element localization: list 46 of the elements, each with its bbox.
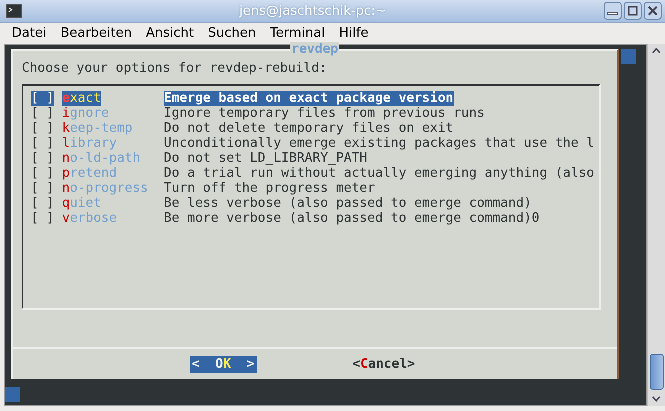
option-description: Do a trial run without actually emerging anything (also — [164, 166, 594, 181]
option-description: Ignore temporary files from previous runs — [164, 106, 485, 121]
option-description: Do not set LD_LIBRARY_PATH — [164, 151, 368, 166]
ok-button[interactable]: < OK > — [190, 356, 257, 372]
checkbox[interactable]: [ ] — [31, 166, 54, 181]
option-name[interactable]: pretend — [62, 166, 118, 181]
option-name[interactable]: keep-temp — [62, 121, 133, 136]
checkbox[interactable]: [ ] — [31, 136, 54, 151]
menu-item[interactable]: Suchen — [201, 26, 264, 41]
option-name[interactable]: library — [62, 136, 118, 151]
checkbox[interactable]: [ ] — [31, 121, 54, 136]
option-name[interactable]: quiet — [62, 196, 102, 211]
option-description: Turn off the progress meter — [164, 181, 376, 196]
window-title: jens@jaschtschik-pc:~ — [238, 4, 388, 18]
option-name[interactable]: exact — [62, 91, 102, 106]
terminal-icon — [6, 4, 22, 18]
prompt-text: Choose your options for revdep-rebuild: — [22, 61, 328, 76]
checkbox[interactable]: [ ] — [31, 181, 54, 196]
option-description: Be less verbose (also passed to emerge command) — [164, 196, 532, 211]
cursor-block — [5, 387, 20, 402]
option-description: Do not delete temporary files on exit — [164, 121, 454, 136]
checkbox[interactable]: [ ] — [31, 151, 54, 166]
menu-item[interactable]: Datei — [5, 26, 54, 41]
minimize-icon[interactable] — [604, 2, 622, 20]
option-name[interactable]: no-progress — [62, 181, 148, 196]
dialog-title: revdep — [290, 42, 340, 57]
option-description: Be more verbose (also passed to emerge command)0 — [164, 211, 540, 226]
maximize-icon[interactable] — [624, 2, 642, 20]
scroll-thumb[interactable] — [650, 354, 664, 390]
checkbox[interactable]: [ ] — [31, 196, 54, 211]
menu-item[interactable]: Hilfe — [332, 26, 376, 41]
option-name[interactable]: ignore — [62, 106, 110, 121]
scrollbar[interactable] — [647, 44, 665, 406]
menu-item[interactable]: Terminal — [263, 26, 332, 41]
checkbox[interactable]: [ ] — [31, 91, 54, 106]
checkbox[interactable]: [ ] — [31, 211, 54, 226]
option-name[interactable]: verbose — [62, 211, 118, 226]
checkbox[interactable]: [ ] — [31, 106, 54, 121]
cursor-block — [621, 49, 636, 64]
option-description: Unconditionally emerge existing packages that use the l — [164, 136, 594, 151]
option-name[interactable]: no-ld-path — [62, 151, 141, 166]
menu-item[interactable]: Bearbeiten — [54, 26, 140, 41]
option-description: Emerge based on exact package version — [164, 91, 454, 106]
cancel-button[interactable]: <Cancel> — [350, 356, 418, 372]
menu-item[interactable]: Ansicht — [139, 26, 202, 41]
close-icon[interactable] — [644, 2, 662, 20]
